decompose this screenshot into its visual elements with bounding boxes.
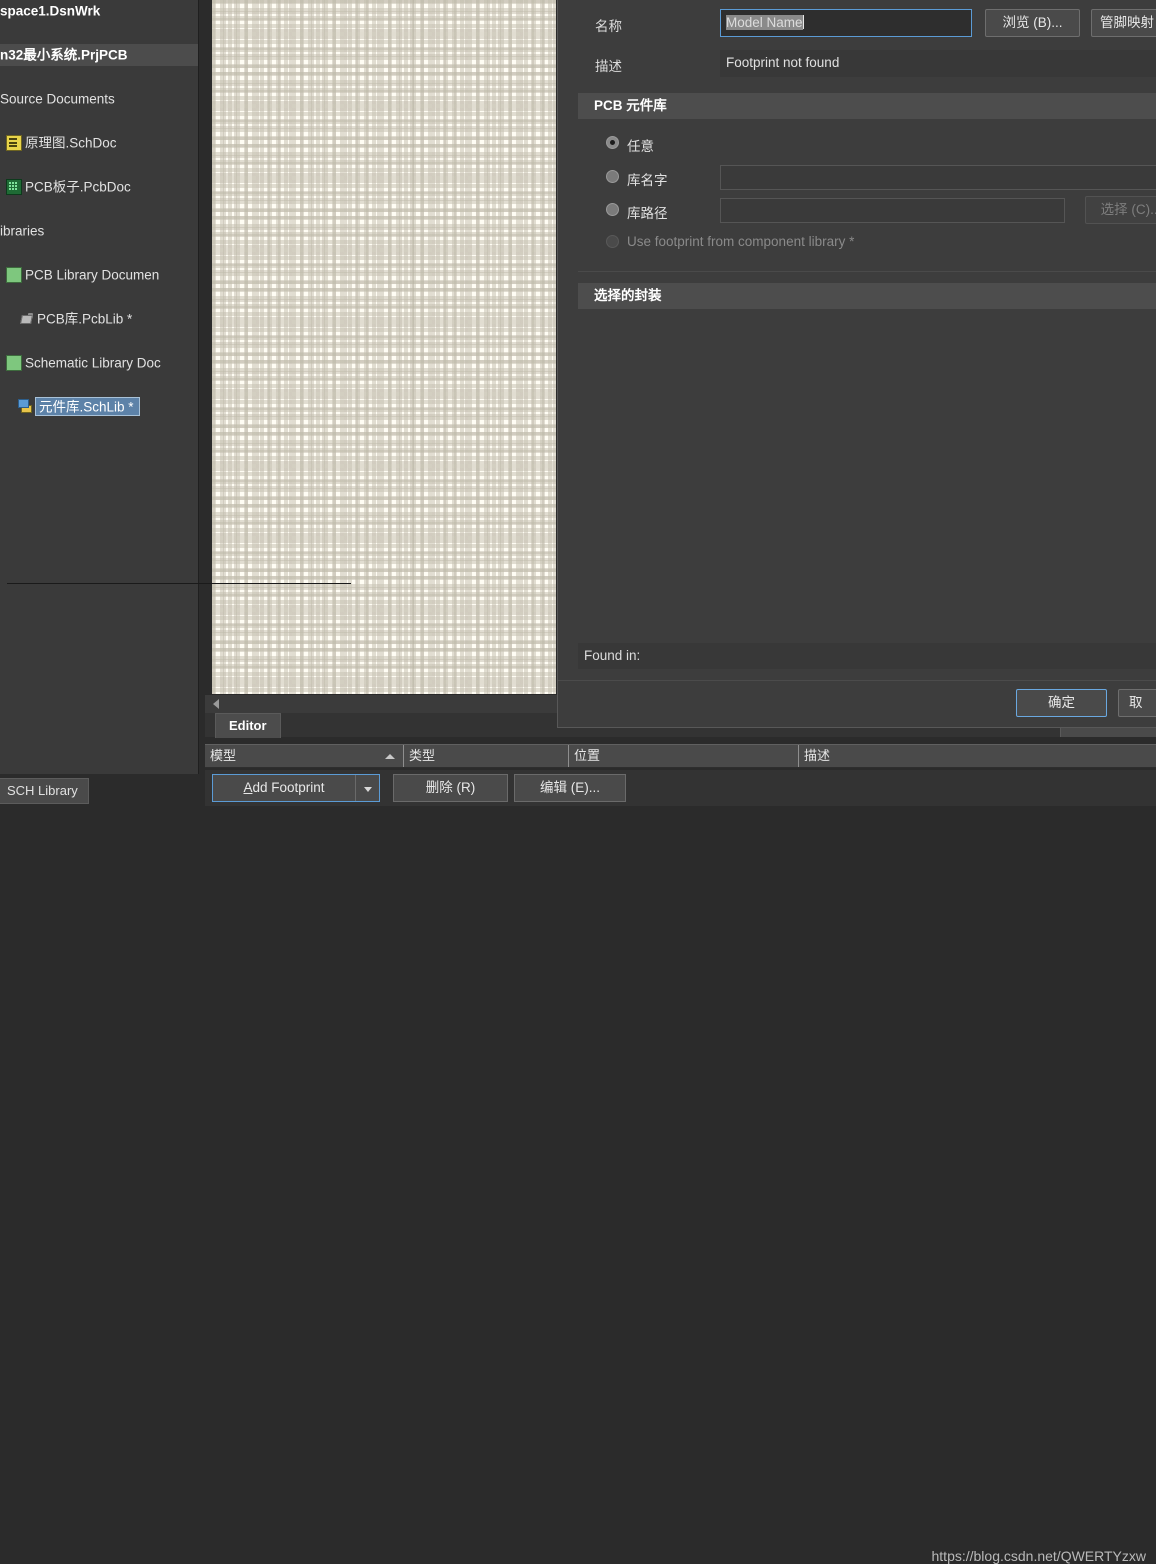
panel-tab-label: SCH Library (7, 783, 78, 798)
tree-item-label: 元件库.SchLib * (39, 399, 134, 415)
canvas-horizontal-divider (7, 583, 351, 584)
column-header-location[interactable]: 位置 (568, 745, 798, 767)
pcblib-icon (20, 312, 34, 326)
model-name-value: Model Name (726, 15, 803, 30)
tab-editor-label: Editor (229, 718, 267, 733)
radio-any-label: 任意 (627, 139, 654, 154)
sch-doc-icon (6, 134, 22, 151)
tree-item-label: PCB库.PcbLib * (37, 311, 133, 327)
folder-icon (6, 354, 22, 371)
choose-path-button[interactable]: 选择 (C)... (1085, 196, 1156, 224)
ok-button-label: 确定 (1048, 695, 1075, 710)
dialog-body: 名称 Model Name 浏览 (B)... 管脚映射 (P 描述 Footp… (558, 0, 1156, 681)
library-name-input[interactable] (720, 165, 1156, 190)
project-tree[interactable]: space1.DsnWrk n32最小系统.PrjPCB Source Docu… (0, 0, 198, 774)
edit-button-label: 编辑 (E)... (540, 780, 600, 795)
app-root: space1.DsnWrk n32最小系统.PrjPCB Source Docu… (0, 0, 1156, 1564)
tree-item-label: ibraries (0, 223, 45, 239)
tree-item-selection[interactable]: 元件库.SchLib * (35, 396, 140, 416)
cancel-button-label: 取 (1129, 695, 1143, 710)
add-footprint-dropdown-arrow-icon[interactable] (355, 775, 379, 801)
delete-button-label: 删除 (R) (425, 780, 476, 795)
column-header-model[interactable]: 模型 (205, 745, 403, 767)
panel-tab-sch-library[interactable]: SCH Library (0, 778, 89, 804)
canvas-vertical-guide (413, 0, 414, 695)
dialog-footer: 确定 取 (558, 680, 1156, 727)
pin-map-button[interactable]: 管脚映射 (P (1091, 9, 1156, 37)
projects-panel: space1.DsnWrk n32最小系统.PrjPCB Source Docu… (0, 0, 199, 774)
cancel-button[interactable]: 取 (1118, 689, 1156, 717)
selected-footprint-preview[interactable] (578, 309, 1156, 641)
found-in-label: Found in: (584, 648, 641, 663)
tree-item-label: Source Documents (0, 91, 115, 107)
schlib-icon (18, 398, 32, 413)
tree-item-pcbdoc[interactable]: PCB板子.PcbDoc (0, 176, 198, 198)
scroll-left-arrow-icon[interactable] (213, 699, 219, 709)
browse-button[interactable]: 浏览 (B)... (985, 9, 1080, 37)
tree-item-workspace[interactable]: space1.DsnWrk (0, 0, 198, 22)
tree-item-label: Schematic Library Doc (25, 355, 161, 371)
pcb-model-dialog: 名称 Model Name 浏览 (B)... 管脚映射 (P 描述 Footp… (557, 0, 1156, 728)
radio-any[interactable] (606, 136, 619, 149)
folder-icon (6, 266, 22, 283)
tree-item-pcb-library-documents[interactable]: PCB Library Documen (0, 264, 198, 286)
editor-button-bar: Add Footprint 删除 (R) 编辑 (E)... https://b… (205, 770, 1156, 1564)
column-header-label: 模型 (210, 748, 237, 763)
column-header-type[interactable]: 类型 (403, 745, 568, 767)
tree-item-schdoc[interactable]: 原理图.SchDoc (0, 132, 198, 154)
radio-use-component-library-label: Use footprint from component library * (627, 234, 855, 249)
description-value: Footprint not found (720, 50, 1156, 77)
column-header-description[interactable]: 描述 (798, 745, 1156, 767)
tree-item-label: PCB板子.PcbDoc (25, 179, 131, 195)
radio-library-name-label: 库名字 (627, 173, 668, 188)
choose-path-button-label: 选择 (C)... (1100, 202, 1156, 217)
group-divider (578, 271, 1156, 272)
selected-footprint-group-header: 选择的封装 (578, 283, 1156, 309)
tab-editor[interactable]: Editor (215, 713, 281, 738)
column-header-label: 类型 (409, 748, 436, 763)
name-field-label: 名称 (595, 19, 622, 34)
panel-tab-strip: SCH Library (0, 774, 205, 806)
tree-item-label: PCB Library Documen (25, 267, 160, 283)
model-grid-header: 模型 类型 位置 描述 (205, 744, 1156, 768)
tree-item-schlib-selected[interactable]: 元件库.SchLib * (0, 394, 198, 416)
radio-use-component-library (606, 235, 619, 248)
ok-button[interactable]: 确定 (1016, 689, 1107, 717)
radio-library-path[interactable] (606, 203, 619, 216)
delete-button[interactable]: 删除 (R) (393, 774, 508, 802)
canvas-horizontal-scrollbar[interactable] (205, 694, 557, 713)
sort-ascending-icon (385, 754, 395, 759)
watermark-text: https://blog.csdn.net/QWERTYzxw (931, 1548, 1147, 1564)
column-header-label: 描述 (804, 748, 831, 763)
text-caret (802, 15, 804, 29)
pin-map-button-label: 管脚映射 (P (1100, 15, 1156, 30)
tree-item-libraries[interactable]: ibraries (0, 220, 198, 242)
found-in-row: Found in: (578, 643, 1156, 669)
add-footprint-label: dd Footprint (252, 780, 325, 795)
pcb-doc-icon (6, 178, 22, 195)
column-header-label: 位置 (574, 748, 601, 763)
schematic-canvas[interactable] (212, 0, 556, 695)
edit-button[interactable]: 编辑 (E)... (514, 774, 626, 802)
tree-item-label: n32最小系统.PrjPCB (0, 47, 128, 63)
tree-item-schematic-library-documents[interactable]: Schematic Library Doc (0, 352, 198, 374)
model-name-input[interactable]: Model Name (720, 9, 972, 37)
radio-library-name[interactable] (606, 170, 619, 183)
library-path-input[interactable] (720, 198, 1065, 223)
tree-item-project[interactable]: n32最小系统.PrjPCB (0, 44, 198, 66)
tree-item-label: space1.DsnWrk (0, 3, 101, 19)
description-field-label: 描述 (595, 59, 622, 74)
browse-button-label: 浏览 (B)... (1002, 15, 1063, 30)
schematic-canvas-area[interactable] (205, 0, 563, 698)
pcb-library-group-header: PCB 元件库 (578, 93, 1156, 119)
tree-item-label: 原理图.SchDoc (25, 135, 117, 151)
radio-library-path-label: 库路径 (627, 206, 668, 221)
add-footprint-button[interactable]: Add Footprint (212, 774, 380, 802)
tree-item-pcblib[interactable]: PCB库.PcbLib * (0, 308, 198, 330)
tree-item-source-documents[interactable]: Source Documents (0, 88, 198, 110)
